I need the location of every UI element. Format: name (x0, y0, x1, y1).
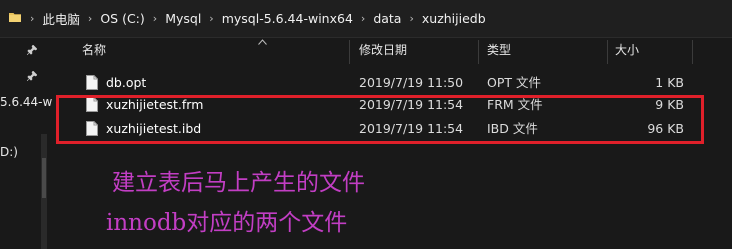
breadcrumb-item[interactable]: data (367, 11, 407, 26)
column-date[interactable]: 修改日期 (359, 38, 407, 68)
pin-icon[interactable] (27, 45, 37, 55)
navigation-pane: 5.6.44-w D:) (0, 38, 52, 249)
nav-scrollbar-thumb[interactable] (42, 158, 46, 198)
column-size[interactable]: 大小 (615, 38, 639, 68)
breadcrumb-item[interactable]: 此电脑 (36, 9, 86, 28)
chevron-right-icon[interactable]: › (407, 12, 415, 25)
pin-icon[interactable] (27, 71, 37, 81)
file-modified: 2019/7/19 11:50 (359, 75, 464, 90)
address-bar[interactable]: › 此电脑 › OS (C:) › Mysql › mysql-5.6.44-w… (0, 0, 732, 38)
breadcrumb: › 此电脑 › OS (C:) › Mysql › mysql-5.6.44-w… (28, 0, 492, 37)
column-divider[interactable] (607, 40, 608, 64)
file-icon (86, 75, 98, 90)
annotation-text: innodb对应的两个文件 (106, 210, 348, 236)
file-name: db.opt (106, 75, 147, 90)
file-type: OPT 文件 (487, 75, 541, 90)
chevron-right-icon[interactable]: › (207, 12, 215, 25)
chevron-right-icon[interactable]: › (86, 12, 94, 25)
column-type[interactable]: 类型 (487, 38, 511, 68)
chevron-right-icon[interactable]: › (359, 12, 367, 25)
breadcrumb-item[interactable]: OS (C:) (94, 11, 150, 26)
file-size: 1 KB (655, 75, 684, 90)
file-row[interactable]: db.opt 2019/7/19 11:50 OPT 文件 1 KB (47, 72, 732, 94)
annotation-text: 建立表后马上产生的文件 (112, 170, 365, 196)
column-divider[interactable] (692, 40, 693, 64)
column-header: 名称 修改日期 类型 大小 (47, 38, 732, 68)
breadcrumb-item[interactable]: xuzhijiedb (416, 11, 492, 26)
nav-item-label[interactable]: D:) (0, 145, 18, 159)
highlight-box (56, 95, 704, 144)
breadcrumb-item[interactable]: mysql-5.6.44-winx64 (216, 11, 359, 26)
breadcrumb-item[interactable]: Mysql (159, 11, 207, 26)
column-divider[interactable] (478, 40, 479, 64)
folder-icon (9, 13, 21, 22)
sort-ascending-icon (258, 39, 267, 45)
nav-item-label[interactable]: 5.6.44-w (0, 95, 52, 109)
chevron-right-icon[interactable]: › (151, 12, 159, 25)
column-divider[interactable] (349, 40, 350, 64)
column-name[interactable]: 名称 (82, 38, 106, 68)
chevron-right-icon[interactable]: › (28, 12, 36, 25)
